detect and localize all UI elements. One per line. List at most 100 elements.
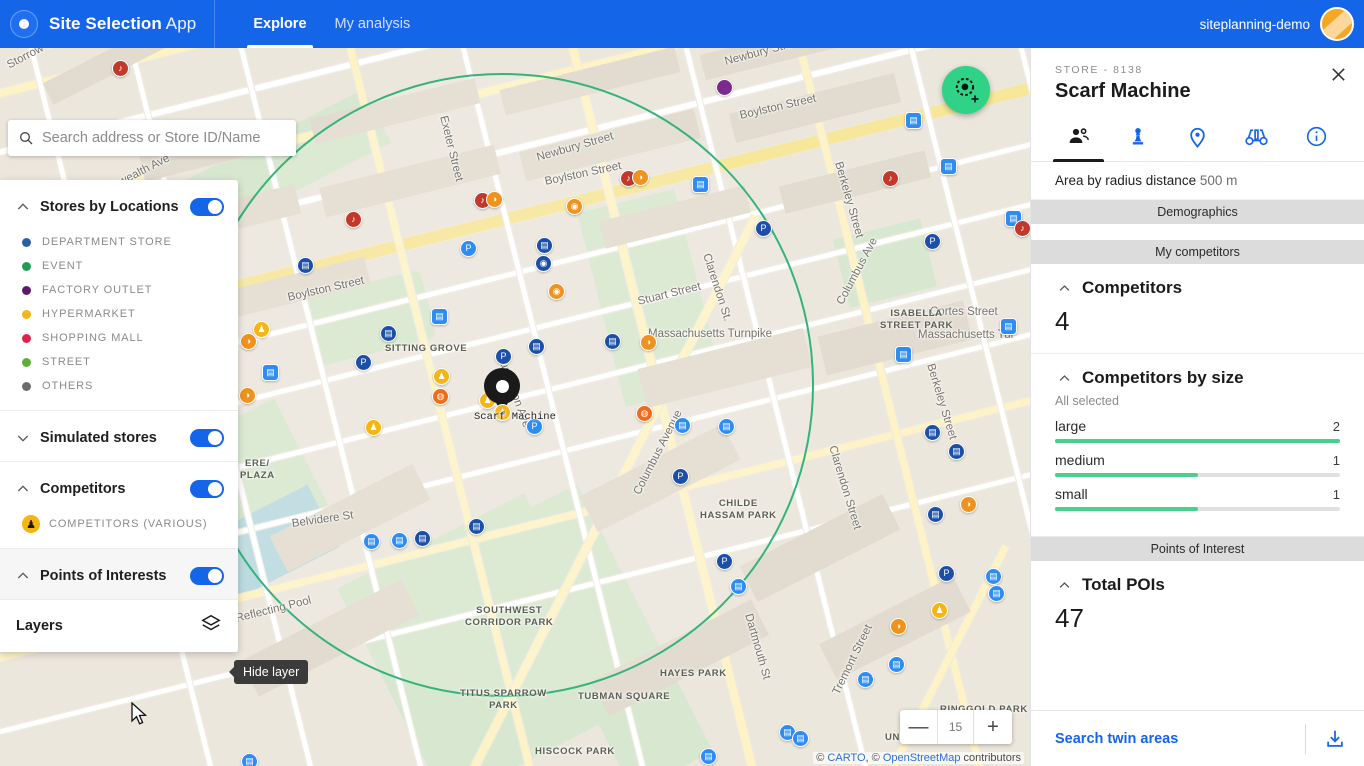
poi-marker[interactable]: ▤ (905, 112, 922, 129)
poi-marker[interactable]: P (924, 233, 941, 250)
poi-marker[interactable]: ♪ (882, 170, 899, 187)
layers-footer[interactable]: Layers (0, 600, 238, 652)
tab-my-analysis-label: My analysis (334, 16, 411, 32)
search-input[interactable] (42, 130, 286, 146)
poi-marker[interactable]: ▤ (528, 338, 545, 355)
poi-marker[interactable]: ▤ (857, 671, 874, 688)
poi-marker-competitor[interactable]: ♟ (931, 602, 948, 619)
poi-marker[interactable]: ▤ (674, 417, 691, 434)
layer-group-header[interactable]: Points of Interests (0, 563, 238, 589)
attrib-osm-link[interactable]: OpenStreetMap (883, 752, 961, 764)
poi-marker[interactable]: P (355, 354, 372, 371)
poi-marker[interactable]: ▤ (700, 748, 717, 765)
poi-marker[interactable]: ◍ (636, 405, 653, 422)
chevron-down-icon[interactable] (14, 429, 32, 447)
poi-marker[interactable]: P (938, 565, 955, 582)
poi-marker[interactable]: ◍ (432, 388, 449, 405)
layer-visibility-toggle[interactable] (190, 198, 224, 216)
poi-marker[interactable]: ▤ (792, 730, 809, 747)
competitors-card-head[interactable]: Competitors (1055, 278, 1340, 298)
poi-marker[interactable]: ▤ (988, 585, 1005, 602)
poi-marker[interactable]: ▤ (241, 753, 258, 766)
add-area-button[interactable] (942, 66, 990, 114)
close-icon[interactable] (1324, 60, 1352, 88)
zoom-out-button[interactable]: — (900, 710, 938, 744)
poi-marker[interactable]: ▤ (414, 530, 431, 547)
poi-marker[interactable]: ▤ (391, 532, 408, 549)
poi-marker[interactable]: ▤ (468, 518, 485, 535)
layer-visibility-toggle[interactable] (190, 429, 224, 447)
poi-marker[interactable]: ◑ (240, 333, 257, 350)
poi-marker[interactable]: ◑ (239, 387, 256, 404)
poi-marker[interactable]: P (672, 468, 689, 485)
poi-marker[interactable]: ▤ (730, 578, 747, 595)
poi-marker[interactable]: ◑ (890, 618, 907, 635)
poi-marker[interactable]: ♪ (112, 60, 129, 77)
layer-visibility-toggle[interactable] (190, 480, 224, 498)
poi-marker[interactable]: ▤ (888, 656, 905, 673)
poi-marker[interactable]: ▤ (297, 257, 314, 274)
chevron-up-icon[interactable] (14, 198, 32, 216)
brand-block[interactable]: Site Selection App (0, 0, 216, 48)
poi-marker[interactable]: ▤ (924, 424, 941, 441)
layers-icon[interactable] (200, 613, 222, 640)
poi-marker[interactable]: P (755, 220, 772, 237)
poi-marker[interactable]: ◉ (535, 255, 552, 272)
chevron-up-icon[interactable] (14, 567, 32, 585)
poi-marker[interactable]: ◉ (548, 283, 565, 300)
layer-visibility-toggle[interactable] (190, 567, 224, 585)
poi-marker-competitor[interactable]: ♟ (433, 368, 450, 385)
poi-marker[interactable]: ▤ (604, 333, 621, 350)
poi-marker[interactable]: ◑ (640, 334, 657, 351)
poi-marker[interactable]: ♪ (345, 211, 362, 228)
poi-marker[interactable]: ▤ (431, 308, 448, 325)
poi-marker[interactable]: ◉ (566, 198, 583, 215)
poi-marker[interactable]: ▤ (363, 533, 380, 550)
tab-points-of-interest[interactable] (1168, 117, 1227, 161)
poi-marker[interactable] (716, 79, 733, 96)
poi-marker[interactable]: ▤ (895, 346, 912, 363)
layer-group-header[interactable]: Competitors (0, 476, 238, 502)
poi-marker[interactable]: ▤ (985, 568, 1002, 585)
search-twin-areas-button[interactable]: Search twin areas (1055, 731, 1305, 747)
attrib-carto-link[interactable]: CARTO (827, 752, 865, 764)
total-pois-head[interactable]: Total POIs (1055, 575, 1340, 595)
tab-demographics[interactable] (1049, 117, 1108, 162)
tab-my-analysis[interactable]: My analysis (321, 0, 425, 48)
poi-marker[interactable]: ▤ (940, 158, 957, 175)
legend-row: STREET (0, 350, 238, 374)
search-box[interactable] (8, 120, 296, 156)
poi-marker-parking[interactable]: P (460, 240, 477, 257)
poi-marker[interactable]: ♪ (1014, 220, 1030, 237)
size-bar-label: large (1055, 418, 1087, 434)
poi-marker[interactable]: ◑ (632, 169, 649, 186)
poi-marker[interactable]: ▤ (536, 237, 553, 254)
layer-group-header[interactable]: Stores by Locations (0, 194, 238, 220)
chevron-up-icon[interactable] (14, 480, 32, 498)
zoom-in-button[interactable]: + (974, 710, 1012, 744)
tab-twin-areas[interactable] (1227, 117, 1286, 161)
tab-information[interactable] (1287, 117, 1346, 161)
size-bar-track (1055, 507, 1340, 511)
poi-marker-competitor[interactable]: ♟ (253, 321, 270, 338)
poi-marker[interactable]: P (495, 348, 512, 365)
legend-color-dot (22, 357, 31, 367)
poi-marker[interactable]: ▤ (1000, 318, 1017, 335)
competitors-by-size-head[interactable]: Competitors by size (1055, 368, 1340, 388)
layer-group-header[interactable]: Simulated stores (0, 425, 238, 451)
tab-competitors[interactable] (1108, 117, 1167, 161)
poi-marker[interactable]: ▤ (380, 325, 397, 342)
poi-marker[interactable]: ▤ (262, 364, 279, 381)
poi-marker[interactable]: ▤ (927, 506, 944, 523)
poi-marker[interactable]: ◑ (960, 496, 977, 513)
download-icon[interactable] (1324, 728, 1346, 750)
poi-marker[interactable]: ▤ (692, 176, 709, 193)
poi-marker-competitor[interactable]: ♟ (479, 392, 496, 409)
avatar[interactable] (1320, 7, 1354, 41)
poi-marker-competitor[interactable]: ♟ (365, 419, 382, 436)
poi-marker[interactable]: ▤ (948, 443, 965, 460)
tab-explore[interactable]: Explore (239, 0, 320, 48)
poi-marker[interactable]: ▤ (718, 418, 735, 435)
poi-marker[interactable]: ◑ (486, 191, 503, 208)
poi-marker[interactable]: P (716, 553, 733, 570)
